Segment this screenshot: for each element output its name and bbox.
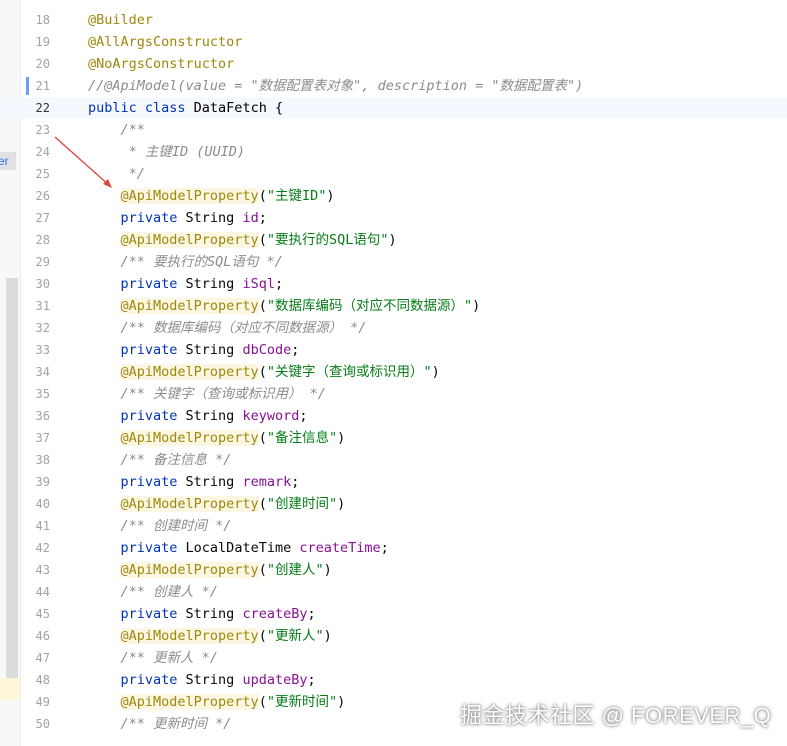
- arrow-shaft: [54, 136, 111, 187]
- watermark: 掘金技术社区 @ FOREVER_Q: [460, 703, 772, 728]
- annotation-arrow: [54, 136, 112, 188]
